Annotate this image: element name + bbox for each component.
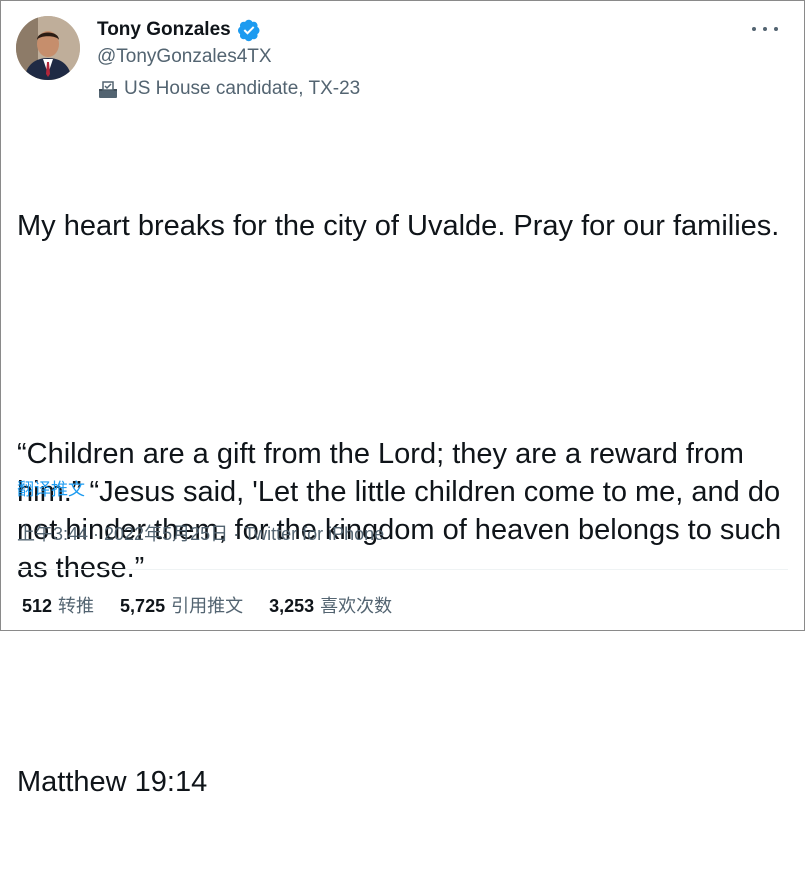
ballot-box-icon bbox=[99, 81, 117, 98]
avatar[interactable] bbox=[16, 16, 80, 80]
tweet-paragraph: My heart breaks for the city of Uvalde. … bbox=[17, 210, 780, 242]
verified-badge-icon bbox=[237, 19, 260, 42]
likes-label: 喜欢次数 bbox=[320, 596, 393, 616]
display-name[interactable]: Tony Gonzales bbox=[97, 19, 231, 41]
more-options-icon[interactable] bbox=[752, 19, 778, 39]
account-label: US House candidate, TX-23 bbox=[97, 78, 360, 100]
retweets-stat[interactable]: 512 转推 bbox=[22, 592, 94, 618]
account-label-text: US House candidate, TX-23 bbox=[124, 78, 361, 99]
tweet-timestamp[interactable]: 上午3:44 · 2022年5月25日 · Twitter for iPhone bbox=[17, 520, 384, 546]
avatar-image bbox=[16, 16, 80, 80]
likes-count: 3,253 bbox=[269, 596, 315, 616]
tweet-paragraph: “Children are a gift from the Lord; they… bbox=[17, 438, 790, 584]
display-name-row: Tony Gonzales bbox=[97, 18, 261, 42]
user-handle[interactable]: @TonyGonzales4TX bbox=[97, 46, 272, 68]
tweet-text: My heart breaks for the city of Uvalde. … bbox=[17, 131, 792, 877]
tweet-card: Tony Gonzales @TonyGonzales4TX US House … bbox=[0, 0, 805, 798]
retweets-label: 转推 bbox=[58, 596, 95, 616]
quotes-stat[interactable]: 5,725 引用推文 bbox=[120, 592, 243, 618]
retweets-count: 512 bbox=[22, 596, 53, 616]
tweet-paragraph: Matthew 19:14 bbox=[17, 766, 208, 798]
translate-tweet-link[interactable]: 翻译推文 bbox=[17, 475, 85, 500]
quotes-label: 引用推文 bbox=[171, 596, 244, 616]
divider bbox=[17, 569, 788, 570]
quotes-count: 5,725 bbox=[120, 596, 166, 616]
likes-stat[interactable]: 3,253 喜欢次数 bbox=[269, 592, 392, 618]
tweet-stats: 512 转推 5,725 引用推文 3,253 喜欢次数 bbox=[22, 592, 418, 618]
